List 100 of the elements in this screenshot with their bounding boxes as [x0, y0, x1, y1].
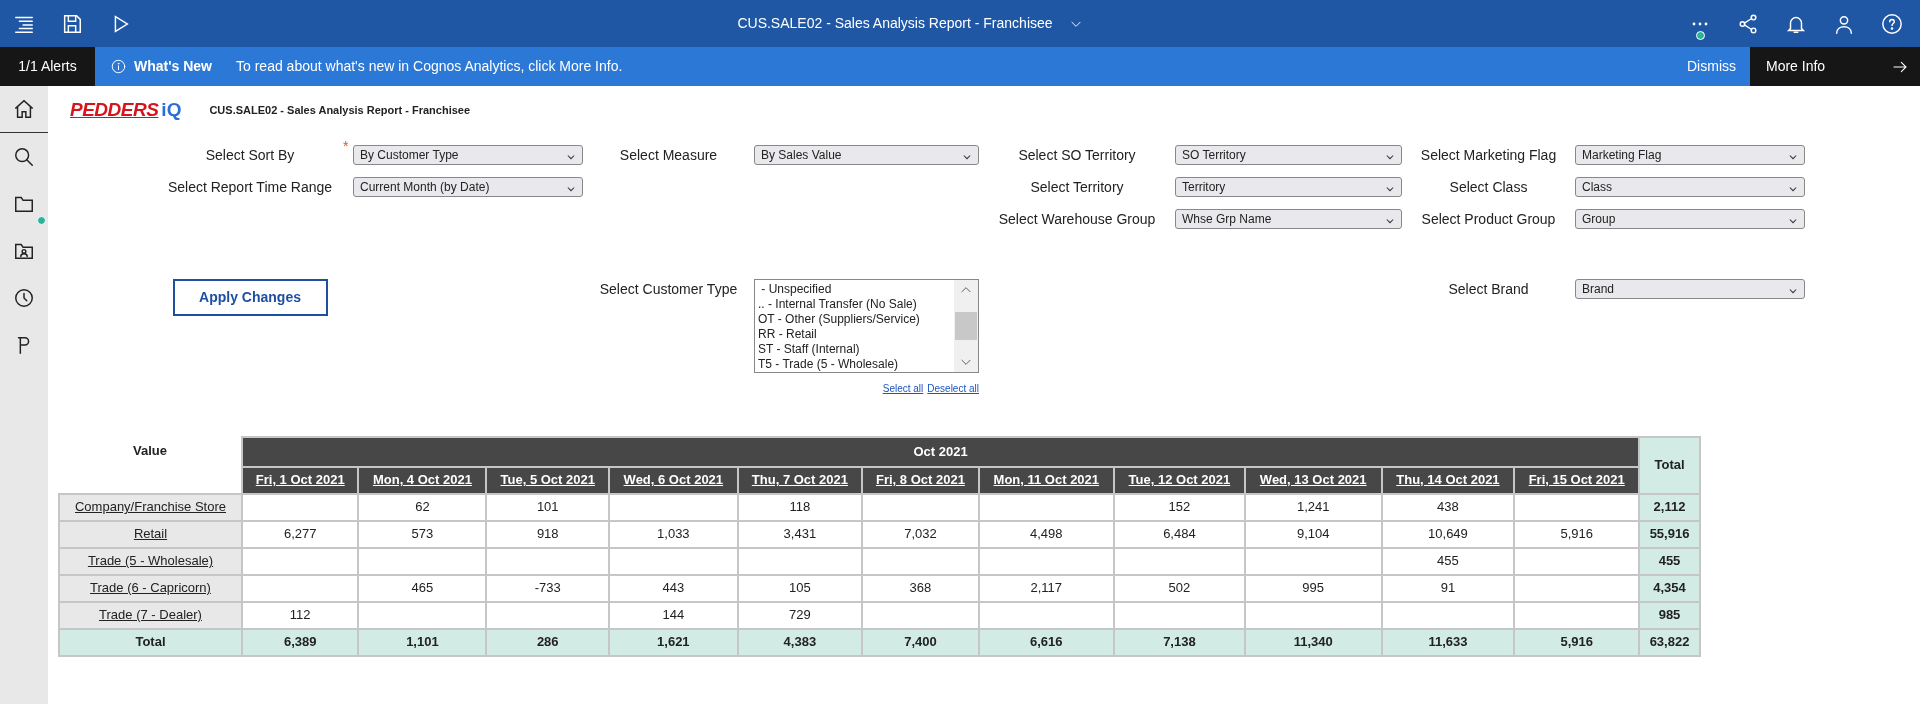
- table-cell: 368: [862, 574, 979, 602]
- table-cell: 995: [1244, 574, 1382, 602]
- table-cell: 3,431: [737, 520, 863, 548]
- column-header[interactable]: Mon, 4 Oct 2021: [358, 466, 487, 494]
- column-header[interactable]: Thu, 14 Oct 2021: [1381, 466, 1515, 494]
- dropdown[interactable]: Marketing Flag: [1575, 144, 1805, 165]
- table-cell: 62: [358, 493, 487, 521]
- total-cell: 4,383: [737, 628, 863, 656]
- dropdown[interactable]: Brand: [1575, 278, 1805, 299]
- dropdown[interactable]: Group: [1575, 208, 1805, 229]
- total-cell: 1,621: [609, 628, 738, 656]
- total-cell: 11,633: [1381, 628, 1515, 656]
- dropdown[interactable]: Whse Grp Name: [1175, 208, 1402, 229]
- column-header[interactable]: Fri, 1 Oct 2021: [242, 466, 359, 494]
- dismiss-button[interactable]: Dismiss: [1673, 56, 1750, 77]
- clock-icon: [13, 286, 35, 309]
- filter-label: Select Customer Type: [599, 280, 738, 297]
- filter-label: Select Territory: [1030, 178, 1124, 195]
- select-all-link[interactable]: Select all: [882, 380, 924, 396]
- table-cell: 10,649: [1381, 520, 1515, 548]
- dropdown[interactable]: Class: [1575, 176, 1805, 197]
- table-cell: 2,117: [978, 574, 1114, 602]
- column-header[interactable]: Mon, 11 Oct 2021: [978, 466, 1114, 494]
- table-cell: 1,241: [1244, 493, 1382, 521]
- dropdown[interactable]: By Customer Type: [353, 144, 583, 165]
- filter-label: Select Sort By: [205, 146, 295, 163]
- total-cell: 1,101: [358, 628, 487, 656]
- share-icon: [1737, 12, 1759, 35]
- table-cell: 152: [1113, 493, 1245, 521]
- table-cell: 4,498: [978, 520, 1114, 548]
- table-cell: 7,032: [862, 520, 979, 548]
- table-cell: 729: [737, 601, 863, 629]
- filter-label: Select Warehouse Group: [998, 210, 1156, 227]
- alert-count: 1/1 Alerts: [0, 47, 95, 86]
- table-cell: 144: [609, 601, 738, 629]
- table-cell: 502: [1113, 574, 1245, 602]
- table-cell: 6,277: [242, 520, 359, 548]
- list-option[interactable]: - Unspecified: [758, 281, 951, 297]
- table-cell: -733: [486, 574, 610, 602]
- save-icon: [61, 12, 83, 35]
- filter-label: Select Report Time Range: [167, 178, 333, 195]
- list-option[interactable]: OT - Other (Suppliers/Service): [758, 311, 951, 327]
- logo: PEDDERSiQ: [70, 98, 182, 122]
- listbox[interactable]: - Unspecified .. - Internal Transfer (No Sale) OT - Other (Suppliers/Service) RR - Retail ST - Staff (Internal) T5 - Trade (5 - Wholesale): [754, 278, 979, 373]
- more-icon: [1692, 21, 1708, 26]
- row-header[interactable]: Company/Franchise Store: [59, 493, 242, 521]
- column-header[interactable]: Tue, 5 Oct 2021: [486, 466, 610, 494]
- row-header: Total: [59, 628, 242, 656]
- home-icon: [13, 98, 35, 120]
- row-header[interactable]: Retail: [59, 520, 242, 548]
- dropdown[interactable]: By Sales Value: [754, 144, 979, 165]
- filter-label: Select Product Group: [1421, 210, 1556, 227]
- apply-changes-button[interactable]: Apply Changes: [172, 278, 328, 316]
- total-cell: 7,400: [862, 628, 979, 656]
- list-option[interactable]: ST - Staff (Internal): [758, 341, 951, 357]
- list-option[interactable]: .. - Internal Transfer (No Sale): [758, 296, 951, 312]
- total-cell: 11,340: [1244, 628, 1382, 656]
- help-icon: [1881, 12, 1903, 35]
- required-marker: *: [343, 138, 349, 153]
- total-cell: 6,616: [978, 628, 1114, 656]
- column-header[interactable]: Wed, 6 Oct 2021: [609, 466, 738, 494]
- column-header: Total: [1639, 436, 1700, 494]
- table-cell: 9,104: [1244, 520, 1382, 548]
- more-info-button[interactable]: More Info: [1750, 47, 1920, 86]
- row-header[interactable]: Trade (7 - Dealer): [59, 601, 242, 629]
- info-icon: [111, 59, 126, 74]
- column-header[interactable]: Fri, 8 Oct 2021: [862, 466, 979, 494]
- row-header[interactable]: Trade (5 - Wholesale): [59, 547, 242, 575]
- table-cell: 105: [737, 574, 863, 602]
- table-cell: 443: [609, 574, 738, 602]
- table-cell: 918: [486, 520, 610, 548]
- column-header[interactable]: Thu, 7 Oct 2021: [737, 466, 863, 494]
- filter-label: Select Class: [1449, 178, 1528, 195]
- total-cell: 7,138: [1113, 628, 1245, 656]
- dropdown[interactable]: Current Month (by Date): [353, 176, 583, 197]
- alert-heading: What's New: [134, 57, 212, 76]
- table-cell: 465: [358, 574, 487, 602]
- table-cell: 118: [737, 493, 863, 521]
- row-header[interactable]: Trade (6 - Capricorn): [59, 574, 242, 602]
- table-cell: 112: [242, 601, 359, 629]
- column-header[interactable]: Tue, 12 Oct 2021: [1113, 466, 1245, 494]
- dropdown[interactable]: SO Territory: [1175, 144, 1402, 165]
- alert-message: To read about what's new in Cognos Analytics, click More Info.: [236, 57, 624, 76]
- filter-label: Select SO Territory: [1018, 146, 1136, 163]
- total-cell: 286: [486, 628, 610, 656]
- table-cell: 573: [358, 520, 487, 548]
- filter-label: Select Brand: [1448, 280, 1529, 297]
- report-heading: CUS.SALE02 - Sales Analysis Report - Franchisee: [209, 103, 471, 118]
- table-cell: 91: [1381, 574, 1515, 602]
- table-cell: 455: [1381, 547, 1515, 575]
- column-header[interactable]: Wed, 13 Oct 2021: [1244, 466, 1382, 494]
- search-icon: [13, 145, 35, 168]
- column-group-header: Oct 2021: [242, 436, 1640, 467]
- list-option[interactable]: RR - Retail: [758, 326, 951, 342]
- list-option[interactable]: T5 - Trade (5 - Wholesale): [758, 356, 951, 372]
- deselect-all-link[interactable]: Deselect all: [927, 380, 979, 396]
- table-cell: 1,033: [609, 520, 738, 548]
- dropdown[interactable]: Territory: [1175, 176, 1402, 197]
- total-cell: 5,916: [1514, 628, 1640, 656]
- scrollbar-thumb[interactable]: [955, 311, 977, 340]
